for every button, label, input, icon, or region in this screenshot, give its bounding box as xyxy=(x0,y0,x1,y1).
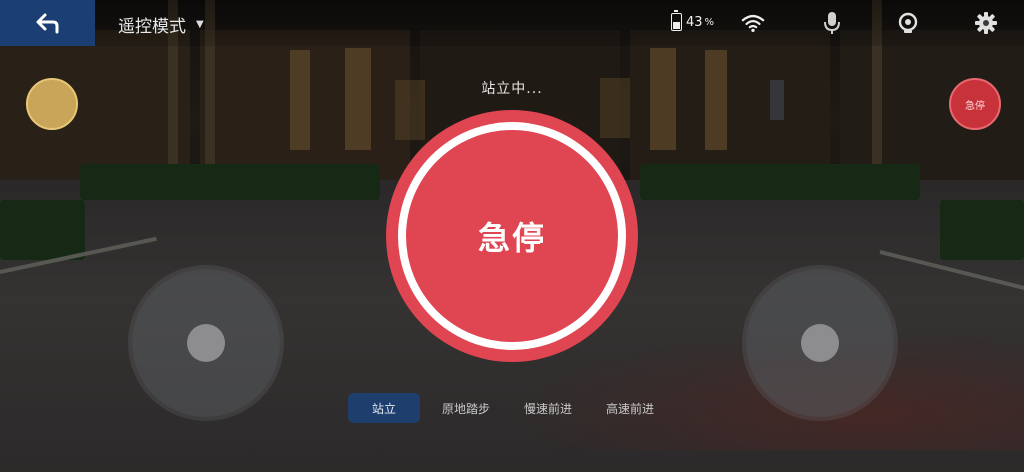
small-emergency-stop-label: 急停 xyxy=(965,100,985,112)
back-arrow-icon xyxy=(36,13,58,34)
right-joystick-knob[interactable] xyxy=(801,324,839,362)
action-label: 原地踏步 xyxy=(442,401,491,416)
top-bar: 遥控模式 ▼ 43% xyxy=(0,0,1024,46)
action-step-in-place[interactable]: 原地踏步 xyxy=(430,393,502,423)
battery-unit: % xyxy=(704,16,715,28)
action-label: 站立 xyxy=(372,401,397,416)
status-text: 站立中... xyxy=(481,81,543,97)
microphone-icon[interactable] xyxy=(820,11,844,35)
battery-value: 43 xyxy=(686,14,703,30)
right-joystick[interactable] xyxy=(746,269,894,417)
action-fast-forward[interactable]: 高速前进 xyxy=(594,393,666,423)
left-joystick-knob[interactable] xyxy=(187,324,225,362)
action-slow-forward[interactable]: 慢速前进 xyxy=(512,393,584,423)
emergency-stop-button[interactable]: 急停 xyxy=(386,110,638,362)
mode-select[interactable]: 遥控模式 ▼ xyxy=(118,12,204,37)
action-tabs: 站立 原地踏步 慢速前进 高速前进 xyxy=(348,392,666,424)
small-emergency-stop-button[interactable]: 急停 xyxy=(949,78,1001,130)
back-button[interactable] xyxy=(0,0,95,46)
action-label: 慢速前进 xyxy=(524,401,573,416)
left-function-button[interactable] xyxy=(26,78,78,130)
left-joystick[interactable] xyxy=(132,269,280,417)
battery-icon xyxy=(671,10,682,31)
action-label: 高速前进 xyxy=(606,401,655,416)
mode-label: 遥控模式 xyxy=(118,16,186,37)
gear-icon[interactable] xyxy=(974,11,998,35)
battery-indicator: 43% xyxy=(671,10,715,31)
wifi-icon xyxy=(741,11,765,35)
camera-icon[interactable] xyxy=(896,11,920,35)
action-stand[interactable]: 站立 xyxy=(348,393,421,423)
emergency-stop-label: 急停 xyxy=(477,219,546,257)
chevron-down-icon: ▼ xyxy=(196,18,204,30)
